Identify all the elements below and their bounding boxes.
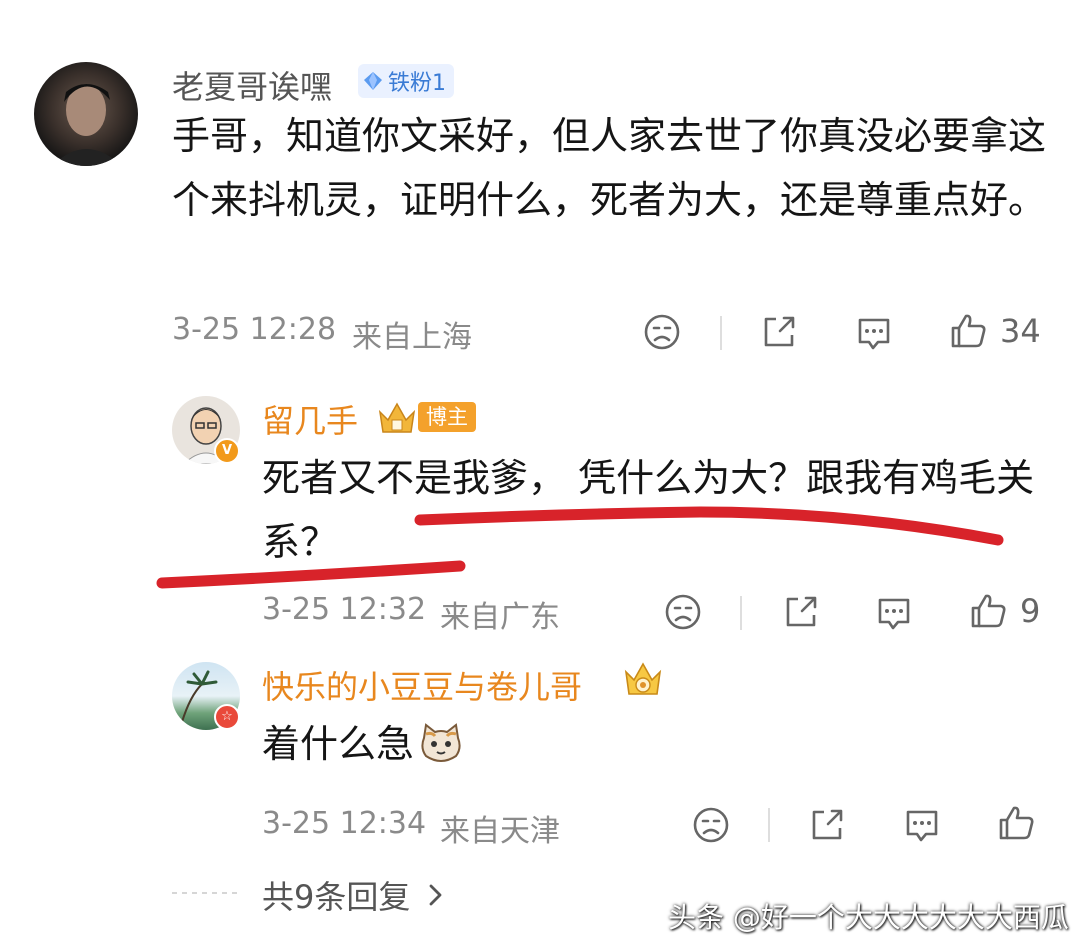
comment-reply-button[interactable] bbox=[854, 313, 894, 353]
thumbs-up-icon bbox=[951, 314, 986, 348]
crown-icon bbox=[378, 402, 416, 433]
reply2-author-name[interactable]: 快乐的小豆豆与卷儿哥 bbox=[262, 662, 582, 708]
comment-icon bbox=[906, 810, 938, 842]
comment-like-button[interactable]: 34 bbox=[948, 311, 1041, 351]
chevron-right-icon bbox=[429, 884, 442, 906]
thumbs-up-icon bbox=[971, 594, 1006, 628]
reply2-dislike-button[interactable] bbox=[692, 806, 730, 844]
sad-face-icon bbox=[644, 314, 680, 350]
reply1-like-count: 9 bbox=[1020, 592, 1041, 630]
reply1-time: 3-25 12:32 bbox=[262, 592, 427, 627]
sad-face-icon bbox=[693, 807, 729, 843]
action-divider bbox=[768, 808, 770, 842]
reply2-share-button[interactable] bbox=[808, 806, 846, 844]
reply1-author-name[interactable]: 留几手 bbox=[262, 396, 358, 442]
comment-text: 手哥，知道你文采好，但人家去世了你真没必要拿这个来抖机灵，证明什么，死者为大，还… bbox=[172, 114, 1047, 222]
sad-face-icon bbox=[665, 594, 701, 630]
verified-badge-icon: ☆ bbox=[214, 704, 240, 730]
action-divider bbox=[720, 316, 722, 350]
fan-badge-label: 铁粉1 bbox=[388, 71, 446, 96]
comment-like-count: 34 bbox=[1000, 312, 1041, 350]
comment-share-button[interactable] bbox=[760, 313, 798, 351]
reply1-share-button[interactable] bbox=[782, 593, 820, 631]
reply1-text: 死者又不是我爹， 凭什么为大？跟我有鸡毛关系？ bbox=[262, 456, 1035, 564]
comment-author-name[interactable]: 老夏哥诶嘿 bbox=[172, 62, 332, 108]
blogger-badge: 博主 bbox=[418, 402, 476, 432]
comment-location: 来自上海 bbox=[352, 320, 472, 355]
reply1-dislike-button[interactable] bbox=[664, 593, 702, 631]
reply2-text-row: 着什么急 bbox=[262, 712, 464, 776]
thumbs-up-icon bbox=[999, 806, 1034, 840]
share-icon bbox=[786, 596, 817, 627]
watermark: 头条 @好一个大大大大大大西瓜 bbox=[668, 901, 1069, 934]
comment-icon bbox=[878, 598, 910, 630]
reply2-location: 来自天津 bbox=[440, 814, 560, 849]
cat-emoji-icon bbox=[421, 723, 461, 762]
comment-dislike-button[interactable] bbox=[643, 313, 681, 351]
comment-time: 3-25 12:28 bbox=[172, 312, 337, 347]
reply2-time: 3-25 12:34 bbox=[262, 806, 427, 841]
share-icon bbox=[764, 316, 795, 347]
verified-badge-icon: V bbox=[214, 438, 240, 464]
reply1-location: 来自广东 bbox=[440, 600, 560, 635]
portrait-image bbox=[52, 84, 122, 166]
more-replies-label: 共9条回复 bbox=[262, 878, 411, 916]
diamond-icon bbox=[364, 72, 382, 90]
fan-badge[interactable]: 铁粉1 bbox=[358, 64, 454, 98]
comment-author-avatar[interactable] bbox=[34, 62, 138, 166]
dashed-line bbox=[172, 892, 242, 894]
action-divider bbox=[740, 596, 742, 630]
gold-crown-badge-icon bbox=[624, 662, 662, 695]
reply2-reply-button[interactable] bbox=[902, 805, 942, 845]
comment-icon bbox=[858, 318, 890, 350]
reply1-like-button[interactable]: 9 bbox=[968, 591, 1040, 631]
more-replies-link[interactable]: 共9条回复 bbox=[262, 872, 448, 918]
reply1-reply-button[interactable] bbox=[874, 593, 914, 633]
reply2-text: 着什么急 bbox=[262, 722, 415, 766]
share-icon bbox=[812, 809, 843, 840]
reply2-like-button[interactable] bbox=[996, 803, 1048, 843]
